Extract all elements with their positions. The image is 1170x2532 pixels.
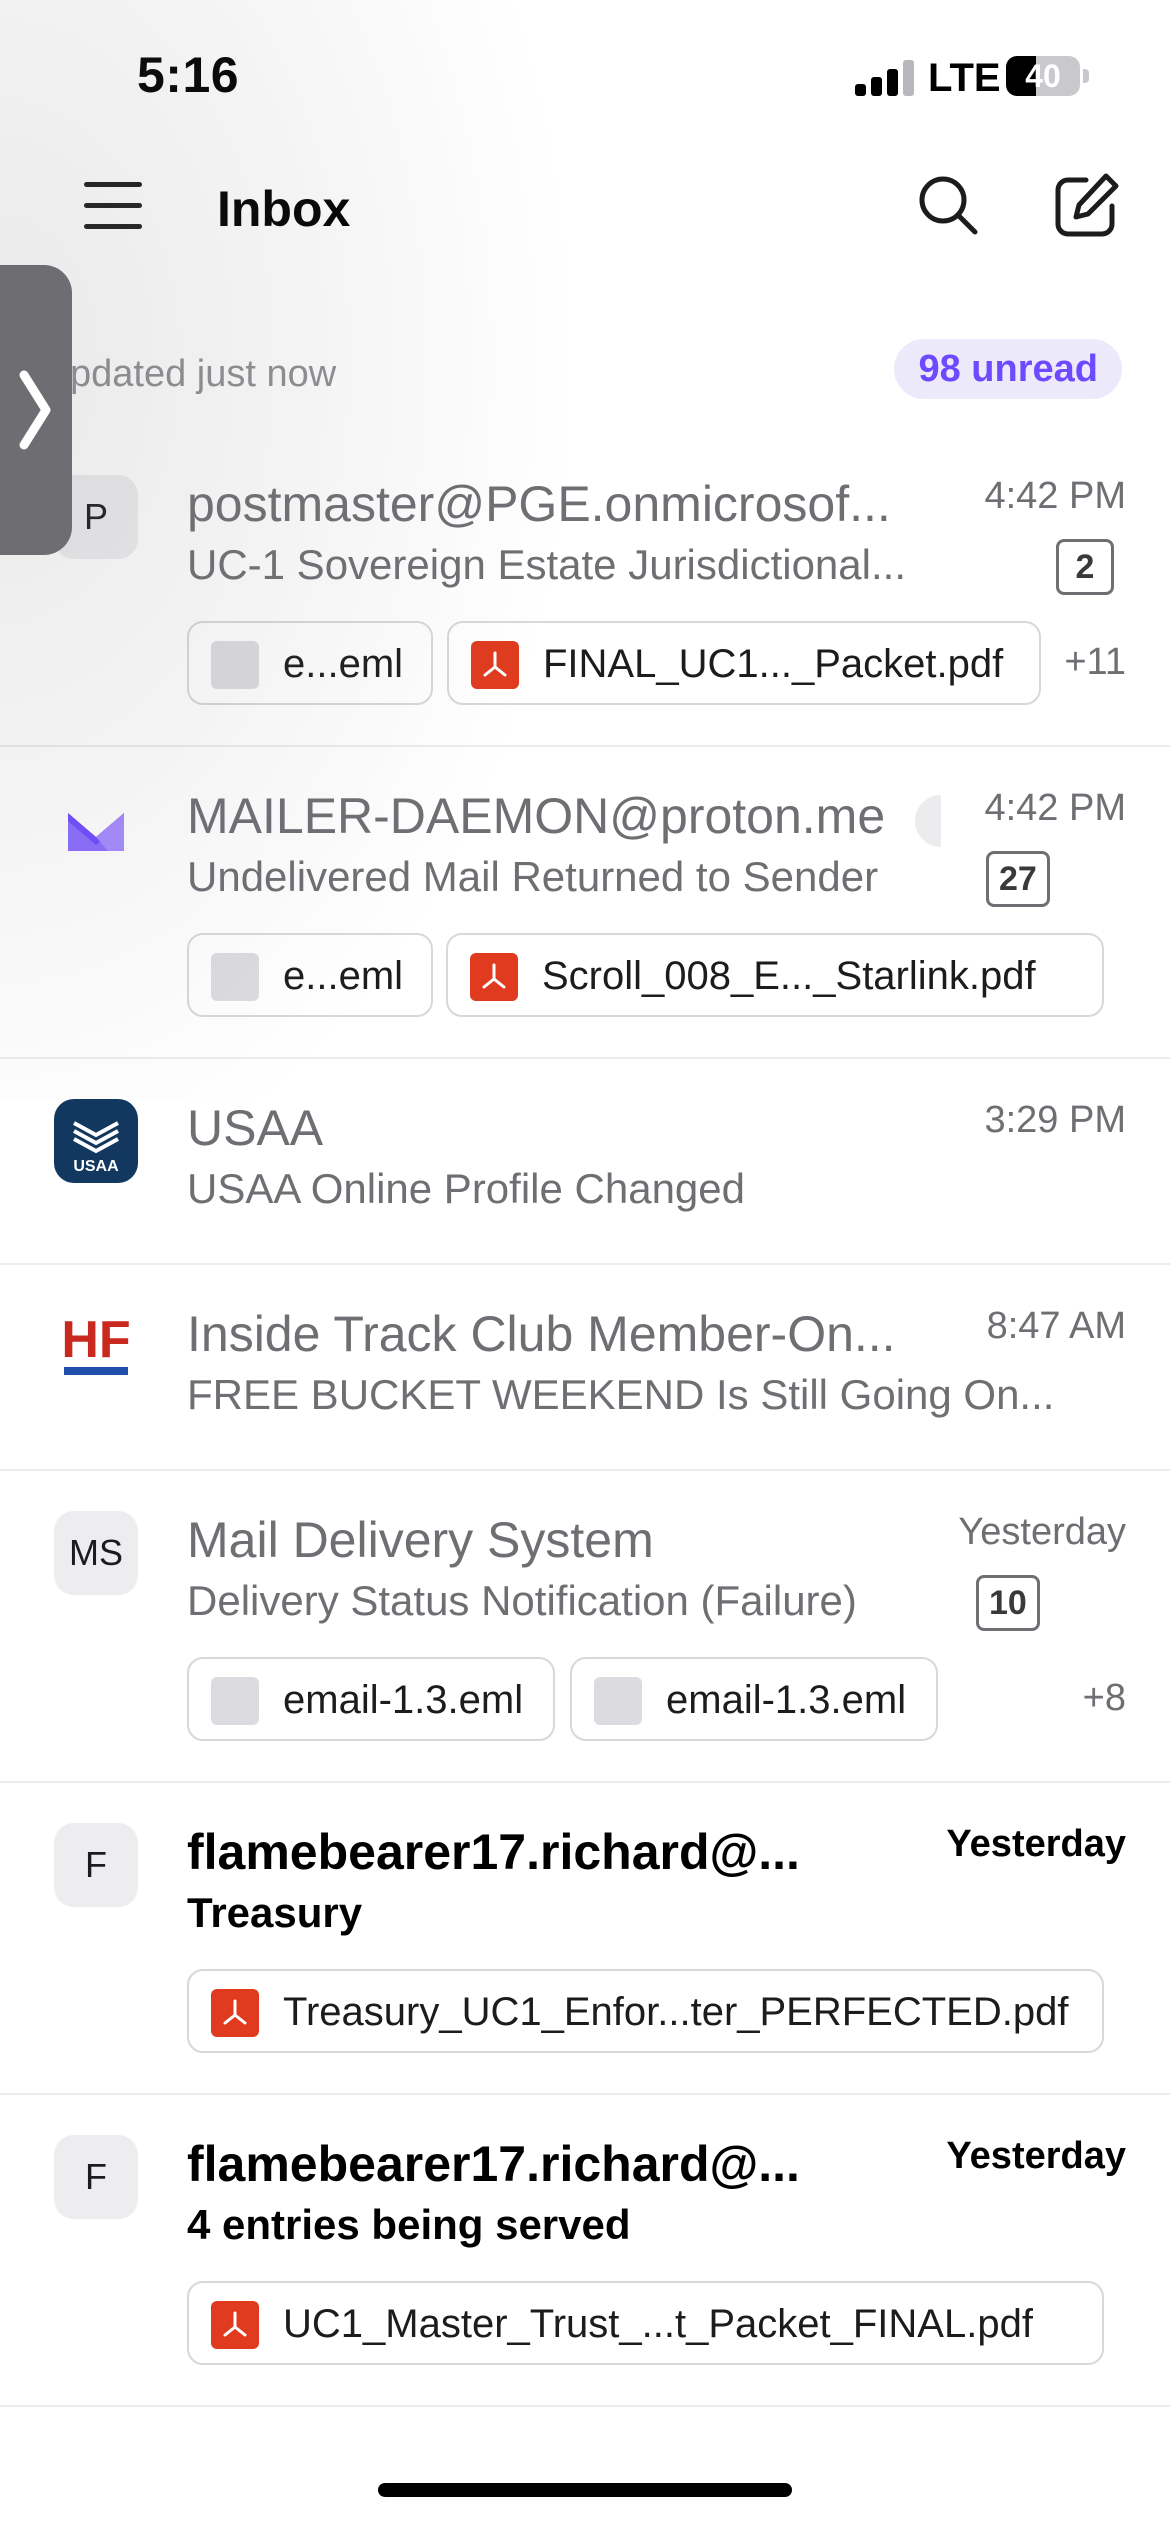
unread-count-badge[interactable]: 98 unread	[894, 339, 1122, 399]
file-icon	[594, 1677, 642, 1725]
avatar: F	[54, 1823, 138, 1907]
mail-subject: USAA Online Profile Changed	[187, 1165, 745, 1212]
mail-time: 8:47 AM	[986, 1305, 1126, 1347]
mail-item[interactable]: HF Inside Track Club Member-On... 8:47 A…	[0, 1265, 1170, 1471]
pdf-icon	[211, 1989, 259, 2037]
file-icon	[211, 953, 259, 1001]
file-icon	[211, 641, 259, 689]
attachment-name: UC1_Master_Trust_...t_Packet_FINAL.pdf	[283, 2302, 1033, 2346]
mail-item[interactable]: MS Mail Delivery System Yesterday Delive…	[0, 1471, 1170, 1783]
cellular-signal-icon	[855, 60, 915, 96]
mail-subject: Delivery Status Notification (Failure)	[187, 1577, 857, 1624]
avatar: F	[54, 2135, 138, 2219]
mail-subject: 4 entries being served	[187, 2201, 631, 2248]
attachment-name: Treasury_UC1_Enfor...ter_PERFECTED.pdf	[283, 1990, 1069, 2034]
mail-time: Yesterday	[946, 1823, 1126, 1865]
file-icon	[211, 1677, 259, 1725]
mail-item[interactable]: P postmaster@PGE.onmicrosof... 4:42 PM U…	[0, 435, 1170, 747]
mail-sender: postmaster@PGE.onmicrosof...	[187, 476, 891, 532]
battery-cap	[1083, 69, 1089, 83]
network-type: LTE	[928, 56, 1001, 100]
thread-count-badge: 2	[1056, 539, 1114, 595]
attachment-chip[interactable]: UC1_Master_Trust_...t_Packet_FINAL.pdf	[187, 2281, 1104, 2365]
svg-text:USAA: USAA	[73, 1158, 119, 1175]
mail-time: 4:42 PM	[984, 787, 1126, 829]
mail-subject: Undelivered Mail Returned to Sender	[187, 853, 879, 900]
attachment-chip[interactable]: FINAL_UC1..._Packet.pdf	[447, 621, 1041, 705]
mail-time: Yesterday	[946, 2135, 1126, 2177]
menu-icon[interactable]	[84, 180, 142, 232]
attachment-name: e...eml	[283, 642, 404, 686]
compose-icon[interactable]	[1050, 170, 1122, 242]
mail-subject: UC-1 Sovereign Estate Jurisdictional...	[187, 541, 906, 588]
pdf-icon	[470, 953, 518, 1001]
attachment-name: email-1.3.eml	[283, 1678, 524, 1722]
last-updated-text: pdated just now	[70, 353, 337, 395]
more-attachments-count: +11	[1064, 641, 1126, 683]
mail-item[interactable]: F flamebearer17.richard@... Yesterday 4 …	[0, 2095, 1170, 2407]
attachment-name: email-1.3.eml	[666, 1678, 907, 1722]
attachment-chip[interactable]: email-1.3.eml	[187, 1657, 555, 1741]
mail-item[interactable]: USAA USAA 3:29 PM USAA Online Profile Ch…	[0, 1059, 1170, 1265]
attachment-name: e...eml	[283, 954, 404, 998]
attachment-name: Scroll_008_E..._Starlink.pdf	[542, 954, 1036, 998]
pdf-icon	[211, 2301, 259, 2349]
attachment-chip[interactable]: Treasury_UC1_Enfor...ter_PERFECTED.pdf	[187, 1969, 1104, 2053]
battery-level: 40	[1025, 58, 1061, 94]
home-indicator[interactable]	[378, 2483, 792, 2497]
mail-sender: Inside Track Club Member-On...	[187, 1306, 896, 1362]
app-header: Inbox	[0, 150, 1170, 270]
mail-time: 4:42 PM	[984, 475, 1126, 517]
search-icon[interactable]	[913, 170, 983, 240]
attachment-chip[interactable]: Scroll_008_E..._Starlink.pdf	[446, 933, 1104, 1017]
mail-time: 3:29 PM	[984, 1099, 1126, 1141]
attachment-chip[interactable]: e...eml	[187, 933, 433, 1017]
chevron-right-icon	[19, 370, 51, 450]
svg-text:HF: HF	[61, 1311, 130, 1369]
hf-logo: HF	[54, 1305, 138, 1389]
side-panel-tab[interactable]	[0, 265, 72, 555]
avatar: MS	[54, 1511, 138, 1595]
proton-mail-logo	[54, 787, 138, 871]
page-title: Inbox	[217, 181, 351, 237]
attachment-chip[interactable]: e...eml	[187, 621, 433, 705]
thread-count-badge: 10	[976, 1575, 1040, 1631]
mail-sender: MAILER-DAEMON@proton.me	[187, 788, 886, 844]
mail-sender: USAA	[187, 1100, 324, 1156]
mail-item[interactable]: MAILER-DAEMON@proton.me 4:42 PM Undelive…	[0, 747, 1170, 1059]
mail-subject: FREE BUCKET WEEKEND Is Still Going On...	[187, 1371, 1055, 1418]
mail-item[interactable]: F flamebearer17.richard@... Yesterday Tr…	[0, 1783, 1170, 2095]
inbox-info-row: pdated just now 98 unread	[0, 335, 1170, 405]
mail-sender: flamebearer17.richard@...	[187, 1824, 800, 1880]
status-time: 5:16	[137, 47, 240, 103]
sender-verified-badge	[915, 795, 941, 847]
pdf-icon	[471, 641, 519, 689]
battery-icon: 40	[1006, 56, 1080, 96]
thread-count-badge: 27	[986, 851, 1050, 907]
more-attachments-count: +8	[1082, 1677, 1126, 1719]
usaa-logo: USAA	[54, 1099, 138, 1183]
attachment-name: FINAL_UC1..._Packet.pdf	[543, 642, 1004, 686]
mail-time: Yesterday	[958, 1511, 1126, 1553]
status-bar: 5:16 LTE 40	[0, 0, 1170, 150]
mail-subject: Treasury	[187, 1889, 363, 1936]
mail-sender: flamebearer17.richard@...	[187, 2136, 800, 2192]
mail-sender: Mail Delivery System	[187, 1512, 654, 1568]
attachment-chip[interactable]: email-1.3.eml	[570, 1657, 938, 1741]
